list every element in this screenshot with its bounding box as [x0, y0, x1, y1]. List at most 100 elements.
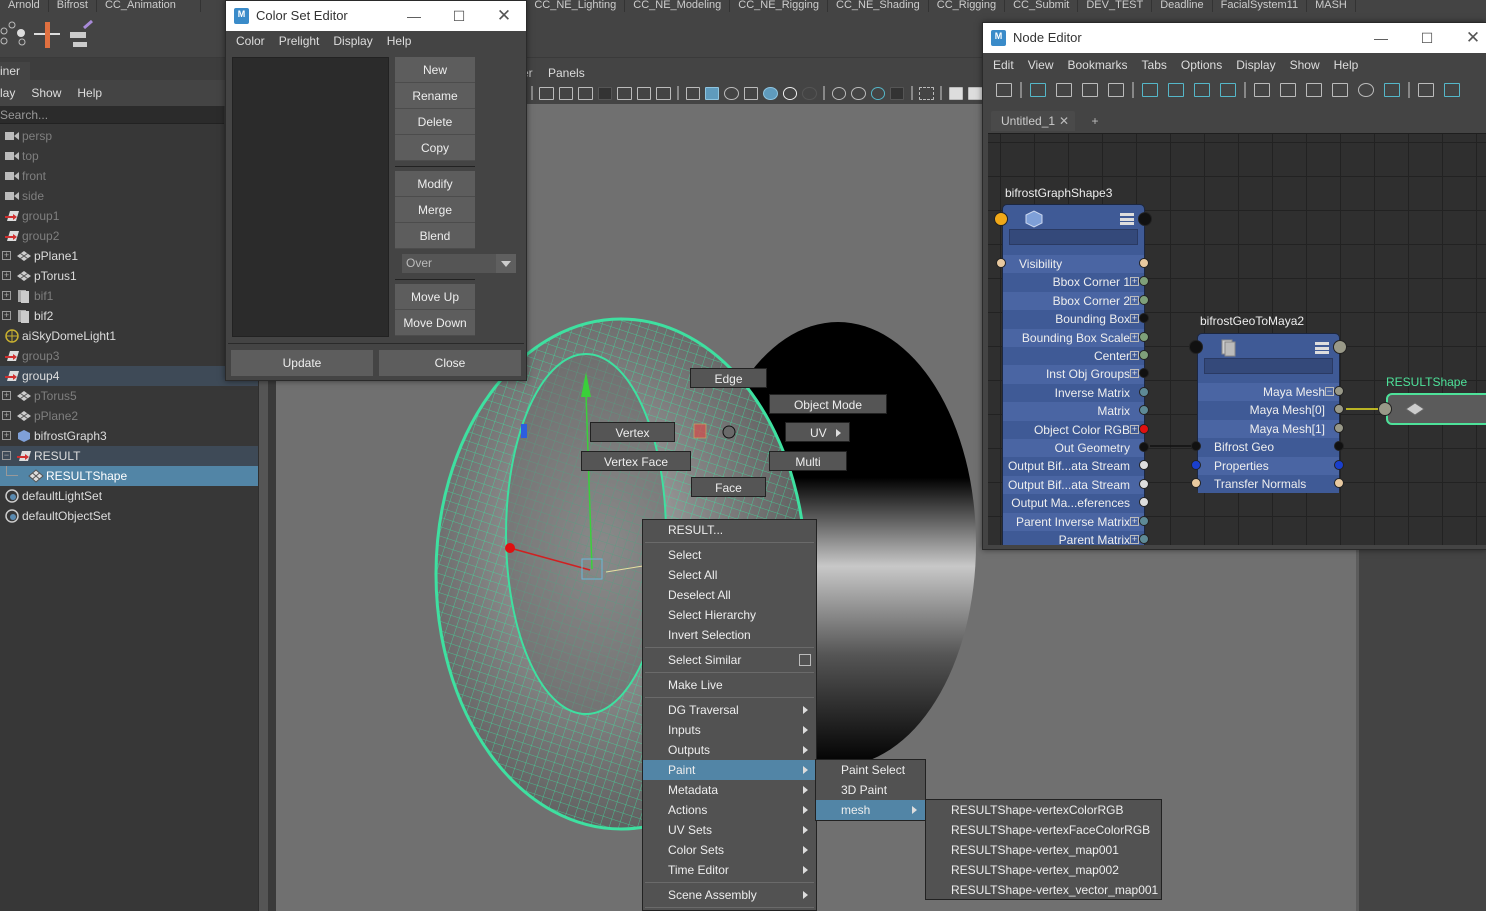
- node-attribute[interactable]: Parent Matrix +: [1003, 531, 1144, 545]
- expand-attribute-icon[interactable]: +: [1130, 314, 1139, 324]
- move-down-button[interactable]: Move Down: [395, 310, 475, 336]
- node-menu-icon[interactable]: [1120, 213, 1134, 225]
- menu-help[interactable]: Help: [1334, 58, 1359, 72]
- modify-button[interactable]: Modify: [395, 171, 475, 197]
- connected-mode-icon[interactable]: [1280, 83, 1296, 97]
- node-attribute[interactable]: Parent Inverse Matrix +: [1003, 512, 1144, 531]
- menu-item-color-sets[interactable]: Color Sets: [643, 840, 816, 860]
- wireframe-on-shaded-icon[interactable]: [743, 86, 759, 100]
- expand-icon[interactable]: +: [2, 311, 11, 320]
- menu-item-select[interactable]: Select: [643, 545, 816, 565]
- close-icon[interactable]: ✕: [1459, 23, 1486, 53]
- expand-attribute-icon[interactable]: +: [1130, 295, 1139, 305]
- menu-item-paint-select[interactable]: Paint Select: [816, 760, 925, 780]
- xray-joints-icon[interactable]: [968, 86, 983, 100]
- shelf-tab-cc-submit[interactable]: CC_Submit: [1005, 0, 1079, 12]
- menu-item-invert-selection[interactable]: Invert Selection: [643, 625, 816, 645]
- node-search-field[interactable]: [1009, 229, 1138, 245]
- expand-icon[interactable]: +: [2, 411, 11, 420]
- node-attribute[interactable]: Maya Mesh −: [1198, 383, 1339, 402]
- grid-icon[interactable]: [539, 86, 554, 100]
- xray-icon[interactable]: [948, 86, 964, 100]
- node-menu-icon[interactable]: [1315, 342, 1329, 354]
- default-material-icon[interactable]: [724, 86, 739, 100]
- attribute-output-port[interactable]: [1334, 386, 1344, 396]
- shelf-tab-cc-ne-modeling[interactable]: CC_NE_Modeling: [625, 0, 731, 12]
- attribute-input-port[interactable]: [1191, 478, 1201, 488]
- full-mode-icon[interactable]: [1306, 83, 1322, 97]
- outliner-item-top[interactable]: top: [0, 146, 258, 166]
- menu-options[interactable]: Options: [1181, 58, 1222, 72]
- add-tab-button[interactable]: +: [1082, 111, 1108, 131]
- expand-icon[interactable]: +: [2, 431, 11, 440]
- shelf-tab-cc-ne-rigging[interactable]: CC_NE_Rigging: [730, 0, 829, 12]
- output-connections-icon[interactable]: [1108, 83, 1124, 97]
- menu-help[interactable]: Help: [387, 34, 412, 48]
- film-gate-icon[interactable]: [558, 86, 574, 100]
- minimize-icon[interactable]: —: [400, 1, 428, 31]
- shelf-tab-cc-animation[interactable]: CC_Animation: [97, 0, 201, 12]
- marking-menu-face[interactable]: Face: [691, 477, 766, 497]
- menu-item-deselect-all[interactable]: Deselect All: [643, 585, 816, 605]
- outliner-menu-help[interactable]: Help: [77, 86, 102, 100]
- marking-menu-object-mode[interactable]: Object Mode: [769, 394, 887, 414]
- menu-item-time-editor[interactable]: Time Editor: [643, 860, 816, 880]
- joint-tool-icon[interactable]: [34, 22, 60, 48]
- attribute-output-port[interactable]: [1139, 258, 1149, 268]
- maximize-icon[interactable]: ☐: [1413, 23, 1441, 53]
- node-attribute[interactable]: Inst Obj Groups +: [1003, 365, 1144, 384]
- marking-menu-vertex-face[interactable]: Vertex Face: [581, 451, 691, 471]
- menu-item-mesh[interactable]: mesh: [816, 800, 925, 820]
- blend-mode-dropdown[interactable]: Over: [402, 254, 516, 273]
- marking-menu-multi[interactable]: Multi: [769, 451, 847, 471]
- expand-attribute-icon[interactable]: +: [1130, 535, 1139, 544]
- shelf-tab-cc-ne-lighting[interactable]: CC_NE_Lighting: [526, 0, 626, 12]
- attribute-output-port[interactable]: [1139, 331, 1149, 342]
- gate-mask-icon[interactable]: [597, 86, 613, 100]
- node-attribute[interactable]: Maya Mesh[0]: [1198, 401, 1339, 420]
- close-button[interactable]: Close: [379, 350, 521, 376]
- outliner-item-group3[interactable]: group3: [0, 346, 258, 366]
- add-node-icon[interactable]: [996, 83, 1012, 97]
- collapse-attribute-icon[interactable]: −: [1325, 387, 1334, 396]
- wireframe-icon[interactable]: [685, 86, 700, 100]
- node-graph-canvas[interactable]: bifrostGraphShape3 Visibility Bbox Corner…: [988, 133, 1486, 545]
- isolate-select-icon[interactable]: [919, 86, 934, 100]
- menu-item-uv-sets[interactable]: UV Sets: [643, 820, 816, 840]
- attribute-output-port[interactable]: [1139, 294, 1149, 305]
- marking-menu-edge[interactable]: Edge: [690, 368, 767, 388]
- menu-item-3d-paint[interactable]: 3D Paint: [816, 780, 925, 800]
- color-set-editor-titlebar[interactable]: M Color Set Editor — ☐ ✕: [226, 1, 526, 31]
- edit-bookmark-icon[interactable]: [1444, 83, 1460, 97]
- outliner-item-result[interactable]: − RESULT: [0, 446, 258, 466]
- expand-attribute-icon[interactable]: +: [1130, 424, 1139, 434]
- update-button[interactable]: Update: [231, 350, 373, 376]
- menu-item-select-hierarchy[interactable]: Select Hierarchy: [643, 605, 816, 625]
- node-output-port[interactable]: [1333, 340, 1347, 354]
- node-input-port[interactable]: [994, 212, 1008, 226]
- outliner-item-ptorus5[interactable]: + pTorus5: [0, 386, 258, 406]
- menu-item-inputs[interactable]: Inputs: [643, 720, 816, 740]
- clear-graph-icon[interactable]: [1142, 83, 1158, 97]
- bifrost-geo-to-maya-node[interactable]: Maya Mesh − Maya Mesh[0] Maya Mesh[1] Bifros…: [1197, 333, 1340, 494]
- expand-attribute-icon[interactable]: +: [1130, 351, 1139, 360]
- shadows-icon[interactable]: [802, 86, 817, 100]
- menu-item-actions[interactable]: Actions: [643, 800, 816, 820]
- attribute-output-port[interactable]: [1334, 478, 1344, 488]
- attribute-output-port[interactable]: [1139, 386, 1149, 397]
- outliner-item-bif1[interactable]: + bif1: [0, 286, 258, 306]
- node-attribute[interactable]: Bbox Corner 2 +: [1003, 291, 1144, 311]
- node-attribute[interactable]: Bifrost Geo: [1198, 438, 1339, 457]
- outliner-menu-display[interactable]: lay: [0, 86, 15, 100]
- move-up-button[interactable]: Move Up: [395, 284, 475, 310]
- menu-item-outputs[interactable]: Outputs: [643, 740, 816, 760]
- menu-display[interactable]: Display: [1236, 58, 1275, 72]
- shelf-tab-cc-rigging[interactable]: CC_Rigging: [929, 0, 1006, 12]
- bookmark-add-icon[interactable]: [1418, 83, 1434, 97]
- outliner-item-resultshape[interactable]: RESULTShape: [0, 466, 258, 486]
- outliner-search-input[interactable]: Search...: [0, 106, 224, 124]
- node-attribute[interactable]: Bounding Box +: [1003, 310, 1144, 329]
- input-connections-icon[interactable]: [1056, 83, 1072, 97]
- safe-title-icon[interactable]: [656, 86, 671, 100]
- outliner-item-group4[interactable]: group4: [0, 366, 258, 386]
